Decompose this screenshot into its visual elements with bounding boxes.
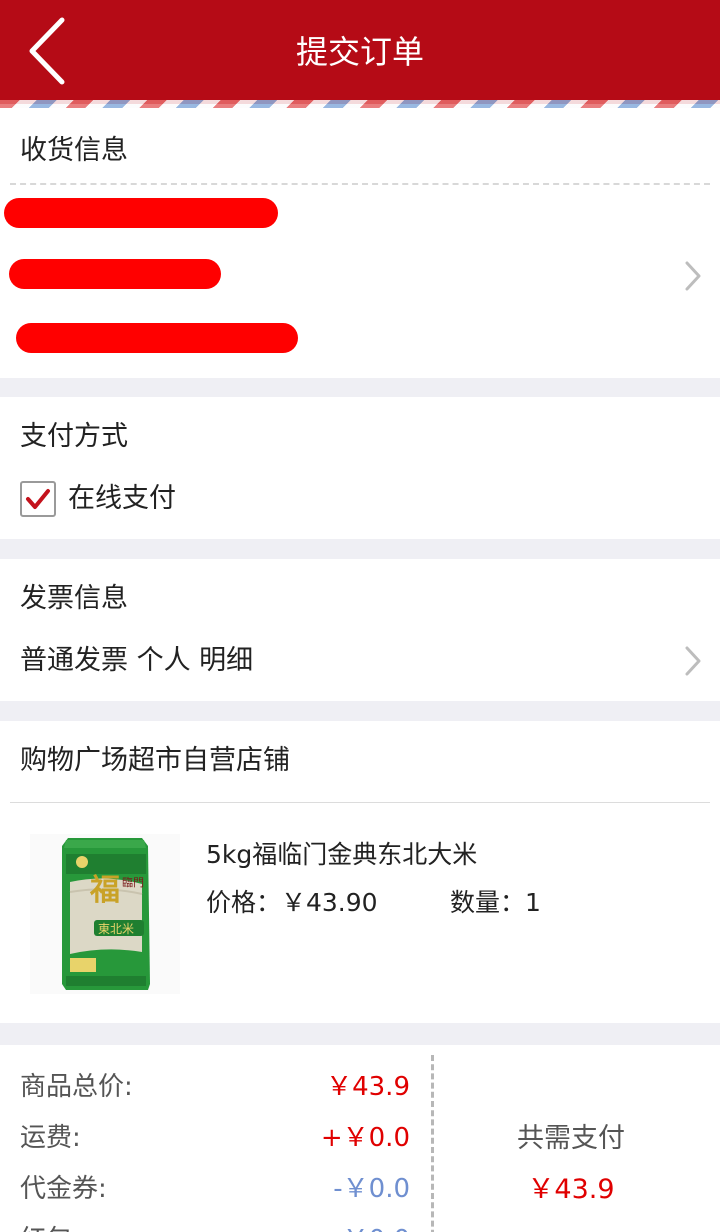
redacted-receiver-phone (9, 259, 221, 289)
svg-text:東北米: 東北米 (98, 922, 134, 936)
redacted-receiver-name (4, 198, 278, 228)
redacted-receiver-address (16, 323, 298, 353)
shipping-value: +￥0.0 (320, 1123, 410, 1153)
summary-divider (431, 1055, 434, 1232)
chevron-right-icon (684, 645, 702, 677)
title-bar: 提交订单 (0, 0, 720, 104)
total-value: ￥43.9 (527, 1174, 615, 1205)
subtotal-label: 商品总价: (20, 1072, 133, 1102)
invoice-detail: 普通发票 个人 明细 (20, 645, 254, 676)
svg-text:臨門: 臨門 (122, 876, 144, 889)
address-title: 收货信息 (20, 135, 128, 166)
voucher-value: -￥0.0 (333, 1174, 410, 1204)
payment-title: 支付方式 (20, 421, 128, 452)
product-quantity: 数量：1 (450, 888, 541, 917)
address-section[interactable]: 收货信息 (0, 108, 720, 378)
red-packet-label: 红包: (20, 1223, 81, 1232)
voucher-label: 代金券: (20, 1174, 107, 1204)
order-summary: 商品总价: ￥43.9 运费: +￥0.0 代金券: -￥0.0 红包: -￥0… (0, 1045, 720, 1232)
airmail-border (0, 100, 720, 108)
shipping-label: 运费: (20, 1123, 81, 1153)
product-image[interactable]: 福 臨門 東北米 (30, 834, 180, 994)
svg-text:福: 福 (89, 873, 120, 908)
payment-section: 支付方式 在线支付 (0, 397, 720, 539)
red-packet-value: -￥0.0 (333, 1223, 410, 1232)
total-label: 共需支付 (517, 1123, 625, 1154)
online-payment-label[interactable]: 在线支付 (68, 481, 176, 517)
product-price: 价格：￥43.90 (206, 888, 378, 917)
checkmark-icon (26, 489, 50, 509)
online-payment-checkbox[interactable] (20, 481, 56, 517)
invoice-section[interactable]: 发票信息 普通发票 个人 明细 (0, 559, 720, 701)
invoice-title: 发票信息 (20, 583, 128, 614)
shop-name: 购物广场超市自营店铺 (20, 745, 290, 776)
address-divider (10, 183, 710, 185)
chevron-right-icon (684, 260, 702, 292)
page-title: 提交订单 (295, 33, 424, 71)
shop-divider (10, 802, 710, 803)
shop-section: 购物广场超市自营店铺 福 臨門 東北米 5kg福临门金典东北大米 价格：￥43.… (0, 721, 720, 1023)
product-name[interactable]: 5kg福临门金典东北大米 (206, 838, 477, 872)
subtotal-value: ￥43.9 (326, 1072, 410, 1102)
